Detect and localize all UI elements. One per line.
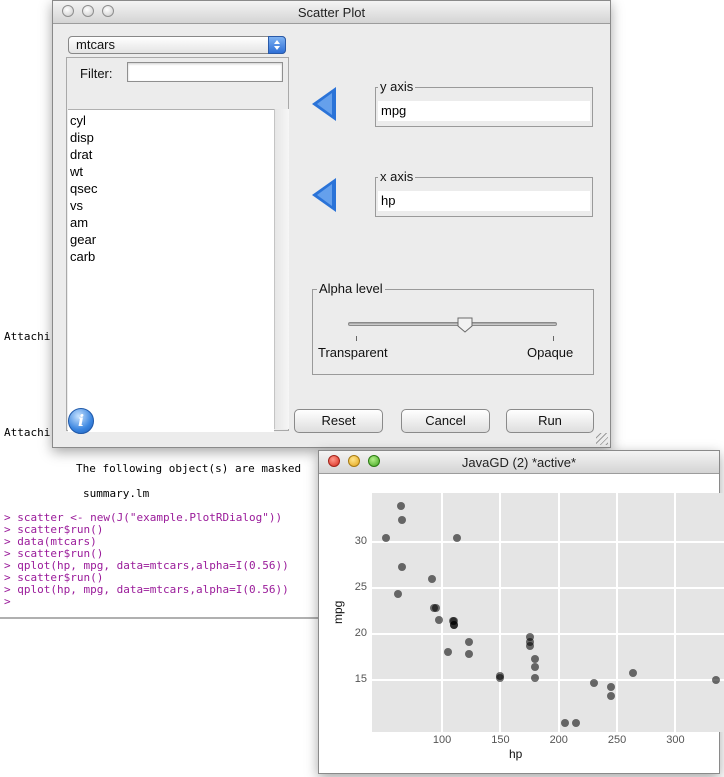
console-text-summary: summary.lm — [83, 487, 150, 500]
console-text-attaching: Attachi — [4, 330, 51, 343]
alpha-max-label: Opaque — [527, 345, 574, 360]
x-tick-label: 250 — [607, 734, 627, 746]
variable-item-carb[interactable]: carb — [68, 248, 274, 265]
data-point — [464, 650, 473, 659]
y-axis-label: mpg — [331, 600, 345, 624]
dataset-select[interactable]: mtcars — [68, 36, 286, 54]
alpha-slider-track[interactable] — [348, 322, 557, 326]
alpha-level-group: Alpha level Transparent Opaque — [312, 281, 594, 375]
variable-item-vs[interactable]: vs — [68, 197, 274, 214]
data-point — [572, 718, 581, 727]
variable-item-wt[interactable]: wt — [68, 163, 274, 180]
console-command: > qplot(hp, mpg, data=mtcars,alpha=I(0.5… — [4, 583, 289, 596]
data-point — [531, 655, 540, 664]
y-tick-label: 20 — [354, 627, 367, 640]
data-point — [629, 668, 638, 677]
y-gridline — [372, 540, 724, 543]
data-point — [432, 604, 441, 613]
reset-button[interactable]: Reset — [294, 409, 383, 433]
data-point — [607, 682, 616, 691]
data-point — [464, 637, 473, 646]
plot-window-title: JavaGD (2) *active* — [461, 455, 577, 470]
info-icon[interactable]: i — [68, 408, 94, 434]
data-point — [443, 647, 452, 656]
x-tick-label: 100 — [432, 734, 452, 746]
x-axis-label: hp — [509, 747, 523, 761]
variable-list-scrollbar[interactable] — [274, 109, 289, 429]
x-axis-legend: x axis — [378, 169, 416, 184]
data-point — [397, 501, 406, 510]
dataset-select-value: mtcars — [76, 37, 115, 52]
console-text-attaching: Attachi — [4, 426, 51, 439]
x-gridline — [499, 493, 502, 732]
variable-item-disp[interactable]: disp — [68, 129, 274, 146]
data-point — [398, 515, 407, 524]
variable-item-cyl[interactable]: cyl — [68, 112, 274, 129]
chevron-updown-icon — [268, 36, 286, 54]
dialog-titlebar[interactable]: Scatter Plot — [53, 1, 610, 24]
data-point — [398, 562, 407, 571]
variable-panel: Filter: cyl disp drat wt qsec vs am gear carb — [66, 57, 289, 432]
alpha-level-legend: Alpha level — [317, 281, 385, 296]
y-axis-group: y axis mpg — [375, 79, 593, 127]
y-tick-label: 30 — [354, 534, 367, 547]
javagd-plot-window: JavaGD (2) *active* 100 150 200 250 300 15 20 2… — [318, 450, 724, 774]
y-axis-field[interactable]: mpg — [378, 101, 590, 121]
plot-canvas: 100 150 200 250 300 15 20 25 30 hp mpg — [319, 474, 724, 773]
resize-grip-icon[interactable] — [596, 433, 608, 445]
x-gridline — [674, 493, 677, 732]
alpha-tick-max — [553, 336, 554, 341]
variable-item-drat[interactable]: drat — [68, 146, 274, 163]
x-tick-label: 200 — [549, 734, 568, 746]
data-point — [607, 692, 616, 700]
y-gridline — [372, 679, 724, 682]
dialog-title: Scatter Plot — [297, 5, 366, 20]
variable-list: cyl disp drat wt qsec vs am gear carb — [68, 109, 274, 432]
filter-label: Filter: — [80, 66, 113, 81]
scatter-plot-dialog: Scatter Plot mtcars Filter: cyl disp drat w… — [52, 0, 611, 448]
run-button[interactable]: Run — [506, 409, 594, 433]
console-prompt[interactable]: > — [4, 595, 11, 608]
alpha-slider-thumb[interactable] — [456, 316, 474, 334]
console-divider[interactable] — [0, 617, 320, 619]
data-point — [427, 574, 436, 583]
y-axis-legend: y axis — [378, 79, 416, 94]
filter-input[interactable] — [127, 62, 283, 82]
data-point — [560, 718, 569, 727]
data-point — [589, 679, 598, 688]
chart-marks: 100 150 200 250 300 15 20 25 30 — [319, 474, 724, 773]
cancel-button[interactable]: Cancel — [401, 409, 490, 433]
data-point — [393, 589, 402, 598]
variable-item-am[interactable]: am — [68, 214, 274, 231]
y-gridline — [372, 587, 724, 590]
x-tick-label: 300 — [666, 734, 685, 746]
left-arrow-icon-x[interactable] — [312, 178, 336, 212]
x-gridline — [557, 493, 560, 732]
data-point — [525, 632, 534, 641]
y-gridline — [372, 633, 724, 636]
x-axis-group: x axis hp — [375, 169, 593, 217]
variable-item-gear[interactable]: gear — [68, 231, 274, 248]
left-arrow-icon-y[interactable] — [312, 87, 336, 121]
data-point — [531, 663, 540, 672]
x-gridline — [441, 493, 444, 732]
console-text-masked: The following object(s) are masked — [76, 462, 302, 475]
y-tick-label: 15 — [354, 673, 367, 686]
alpha-tick-min — [356, 336, 357, 341]
data-point — [434, 616, 443, 625]
x-gridline — [616, 493, 619, 732]
alpha-min-label: Transparent — [318, 345, 388, 360]
x-axis-field[interactable]: hp — [378, 191, 590, 211]
data-point — [448, 617, 457, 626]
variable-item-qsec[interactable]: qsec — [68, 180, 274, 197]
plot-titlebar[interactable]: JavaGD (2) *active* — [319, 451, 719, 474]
x-tick-label: 150 — [491, 734, 510, 746]
y-tick-label: 25 — [354, 581, 367, 594]
